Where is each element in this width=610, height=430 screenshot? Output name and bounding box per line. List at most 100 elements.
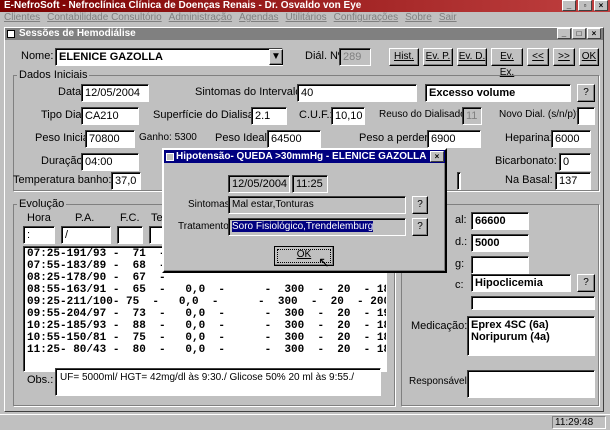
dropdown-arrow-icon[interactable]: ▼	[269, 49, 283, 65]
temperatura-field[interactable]: 37,0	[111, 172, 141, 190]
menu-configuracoes[interactable]: Configurações	[334, 12, 398, 24]
list-item[interactable]: 09:25-211/100- 75 - 0,0 - - 300 - 20 - 2…	[27, 296, 386, 308]
novo-dial-field[interactable]	[577, 107, 595, 125]
menu-sobre[interactable]: Sobre	[405, 12, 432, 24]
fc-input[interactable]	[117, 226, 143, 244]
ok-button[interactable]: OK	[579, 48, 599, 66]
hist-button[interactable]: Hist.	[389, 48, 419, 66]
close-icon[interactable]: ×	[430, 151, 444, 162]
intercorrencia-field[interactable]: Hipoclicemia	[471, 274, 571, 292]
medicacao-label: Medicação:	[411, 320, 468, 332]
app-title: E-NefroSoft - Nefroclínica Clínica de Do…	[4, 0, 362, 11]
cuf-label: C.U.F.:	[299, 109, 333, 121]
list-item[interactable]: 11:25- 80/43 - 80 - 0,0 - - 300 - 20 - 1…	[27, 344, 386, 356]
ev-p-button[interactable]: Ev. P.	[423, 48, 453, 66]
bicarbonato-label: Bicarbonato:	[495, 155, 557, 167]
intercorrencia-help-button[interactable]: ?	[577, 274, 595, 292]
peso-ideal-label: Peso Ideal:	[215, 132, 271, 144]
dialog-app-icon	[166, 153, 174, 161]
novo-dial-label: Novo Dial. (s/n/p)?	[499, 109, 582, 120]
obs-label: Obs.:	[27, 374, 54, 386]
hipotensao-dialog: Hipotensão- QUEDA >30mmHg - ELENICE GAZO…	[162, 148, 447, 273]
pa-input[interactable]: /	[61, 226, 111, 244]
next-button[interactable]: >>	[553, 48, 575, 66]
ganho-label: Ganho: 5300	[139, 132, 197, 143]
dialog-tratamento-help-button[interactable]: ?	[412, 218, 428, 236]
minimize-icon[interactable]: _	[562, 0, 576, 11]
dialog-title-bar: Hipotensão- QUEDA >30mmHg - ELENICE GAZO…	[164, 150, 445, 163]
nome-field[interactable]: ELENICE GAZOLLA	[55, 48, 283, 66]
tipo-dial-field[interactable]: CA210	[81, 107, 139, 125]
sintomas-intervalo-field[interactable]: 40	[297, 84, 417, 102]
window-controls: _ □ ×	[557, 28, 601, 39]
list-item[interactable]: 10:55-150/81 - 75 - 0,0 - - 300 - 20 - 1…	[27, 332, 386, 344]
blank-field[interactable]	[471, 296, 595, 310]
app-title-bar: E-NefroSoft - Nefroclínica Clínica de Do…	[0, 0, 610, 12]
ev-ex-button[interactable]: Ev. Ex.	[491, 48, 523, 78]
dialog-date-field: 12/05/2004	[228, 175, 290, 193]
na-basal-label: Na Basal:	[505, 174, 553, 186]
prev-button[interactable]: <<	[527, 48, 549, 66]
list-item[interactable]: 08:25-178/90 - 67 -	[27, 272, 383, 284]
hora-input[interactable]: :	[23, 226, 55, 244]
list-item[interactable]: 09:55-204/97 - 73 - 0,0 - - 300 - 20 - 1…	[27, 308, 386, 320]
ev-d-button[interactable]: Ev. D.	[457, 48, 487, 66]
document-icon	[7, 30, 15, 38]
cuf-field[interactable]: 10,10	[331, 107, 365, 125]
heparina-field[interactable]: 6000	[551, 130, 591, 148]
dial-number-value: 289	[343, 51, 362, 63]
right-field-3[interactable]	[471, 256, 529, 274]
superficie-field[interactable]: 2.1	[251, 107, 287, 125]
dialog-time-field: 11:25	[292, 175, 328, 193]
mouse-cursor-icon: ↖	[318, 254, 330, 270]
right-field-2[interactable]: 5000	[471, 234, 529, 252]
dialog-sintomas-help-button[interactable]: ?	[412, 196, 428, 214]
col-fc: F.C.	[120, 212, 140, 224]
restore-icon[interactable]: ▫	[578, 0, 592, 11]
help-button[interactable]: ?	[577, 84, 595, 102]
menu-administracao[interactable]: Administração	[169, 12, 232, 24]
list-item[interactable]: 10:25-185/93 - 88 - 0,0 - - 300 - 20 - 1…	[27, 320, 386, 332]
medicacao-field[interactable]: Eprex 4SC (6a) Noripurum (4a)	[467, 316, 595, 356]
menu-contabilidade[interactable]: Contabilidade Consultório	[47, 12, 162, 24]
close-icon[interactable]: ×	[594, 0, 608, 11]
list-item[interactable]: 08:55-163/91 - 65 - 0,0 - - 300 - 20 - 1…	[27, 284, 386, 296]
sintomas-intervalo-label: Sintomas do Intervalo:	[195, 86, 305, 98]
dialog-title: Hipotensão- QUEDA >30mmHg - ELENICE GAZO…	[176, 151, 427, 162]
reuso-field: 11	[462, 107, 482, 125]
right-label-1: al:	[455, 214, 467, 226]
clock: 11:29:48	[552, 416, 606, 429]
col-pa: P.A.	[75, 212, 95, 224]
intercorrencia-label: c:	[455, 279, 464, 291]
responsavel-field[interactable]	[467, 370, 595, 398]
peso-perder-label: Peso a perder:	[359, 132, 432, 144]
dial-number-field: 289	[339, 48, 371, 66]
menu-agendas[interactable]: Agendas	[239, 12, 278, 24]
dados-iniciais-title: Dados Iniciais	[17, 69, 90, 81]
na-basal-field[interactable]: 137	[555, 172, 591, 190]
evolucao-title: Evolução	[17, 198, 67, 210]
data-field[interactable]: 12/05/2004	[81, 84, 149, 102]
menu-sair[interactable]: Sair	[439, 12, 457, 24]
maximize-icon[interactable]: □	[572, 28, 586, 39]
peso-perder-field[interactable]: 6900	[427, 130, 481, 148]
menu-clientes[interactable]: Clientes	[4, 12, 40, 24]
duracao-label: Duração:	[41, 155, 86, 167]
window-title-bar: Sessões de Hemodiálise	[5, 28, 603, 40]
reuso-label: Reuso do Dialisador:	[379, 109, 472, 120]
close-icon[interactable]: ×	[587, 28, 601, 39]
peso-ideal-field[interactable]: 64500	[267, 130, 321, 148]
dialog-tratamento-field[interactable]: Soro Fisiológico,Trendelemburg	[228, 218, 406, 236]
sintomas-text-field[interactable]: Excesso volume	[425, 84, 571, 102]
right-label-2: d.:	[455, 236, 468, 248]
obs-field[interactable]: UF= 5000ml/ HGT= 42mg/dl às 9:30./ Glico…	[55, 368, 381, 396]
peso-inicial-field[interactable]: 70800	[85, 130, 135, 148]
partial-field	[457, 172, 461, 190]
window-title: Sessões de Hemodiálise	[19, 28, 136, 39]
duracao-field[interactable]: 04:00	[81, 153, 139, 171]
menu-utilitarios[interactable]: Utilitários	[286, 12, 327, 24]
minimize-icon[interactable]: _	[557, 28, 571, 39]
nome-label: Nome:	[21, 50, 54, 62]
bicarbonato-field[interactable]: 0	[559, 153, 591, 171]
right-field-1[interactable]: 66600	[471, 212, 529, 230]
